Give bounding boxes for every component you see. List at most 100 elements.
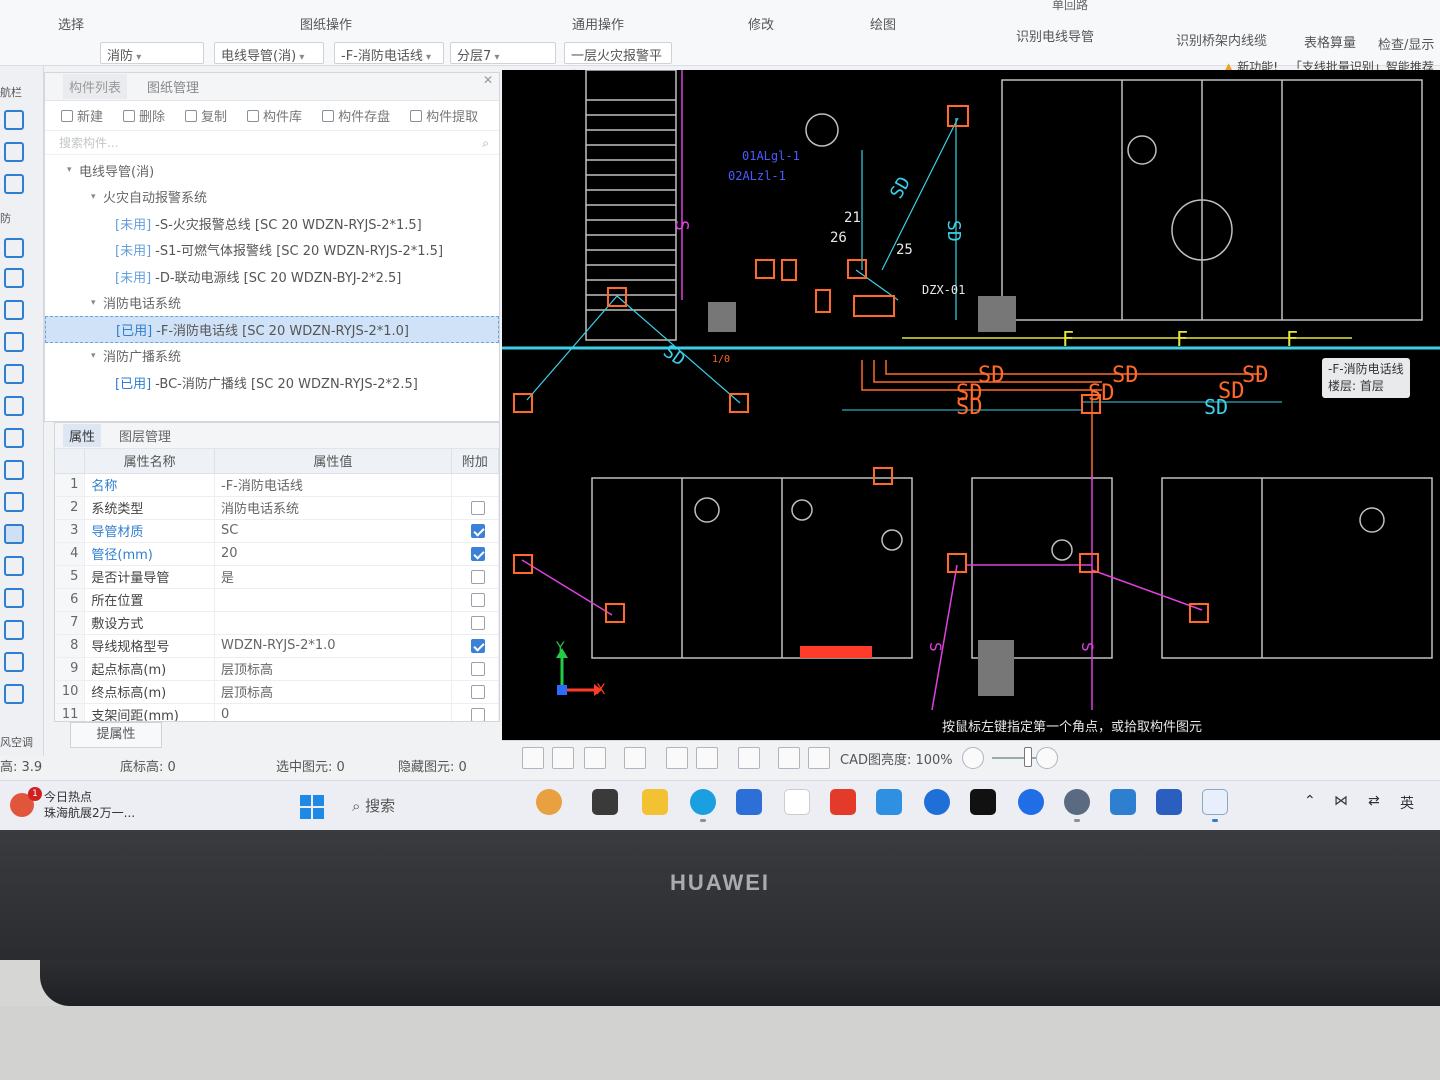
tool-icon-5[interactable] xyxy=(4,268,24,288)
store-icon[interactable] xyxy=(736,789,762,815)
brightness-slider-track[interactable] xyxy=(992,757,1042,759)
extra-checkbox[interactable] xyxy=(470,569,485,584)
input-language[interactable]: 英 xyxy=(1400,793,1414,813)
ribbon-single-loop[interactable]: 单回路 xyxy=(1052,0,1088,13)
tool-icon-7[interactable] xyxy=(4,332,24,352)
food-app-icon[interactable] xyxy=(536,789,562,815)
save-component-button[interactable]: 构件存盘 xyxy=(322,106,390,125)
property-value[interactable]: 20 xyxy=(214,542,452,566)
tray-meeting-icon[interactable]: ⋈ xyxy=(1334,793,1348,809)
plus-icon[interactable] xyxy=(1036,747,1058,769)
tree-group[interactable]: ▾ 电线导管(消) xyxy=(45,157,499,184)
snap-x-icon[interactable] xyxy=(666,747,688,769)
tree-item[interactable]: [已用] -F-消防电话线 [SC 20 WDZN-RYJS-2*1.0] xyxy=(45,316,499,343)
ribbon-group-draw[interactable]: 绘图 xyxy=(870,14,896,33)
tool-icon-4[interactable] xyxy=(4,238,24,258)
tree-group[interactable]: ▾ 消防广播系统 xyxy=(45,343,499,370)
extra-checkbox[interactable] xyxy=(470,523,485,538)
property-value[interactable]: SC xyxy=(214,519,452,543)
a-app-icon[interactable] xyxy=(1018,789,1044,815)
tree-item[interactable]: [未用] -S-火灾报警总线 [SC 20 WDZN-RYJS-2*1.5] xyxy=(45,210,499,237)
library-button[interactable]: 构件库 xyxy=(247,106,302,125)
tree-item[interactable]: [已用] -BC-消防广播线 [SC 20 WDZN-RYJS-2*2.5] xyxy=(45,369,499,396)
ribbon-group-modify[interactable]: 修改 xyxy=(748,14,774,33)
tool-icon-11[interactable] xyxy=(4,460,24,480)
property-row[interactable]: 5 是否计量导管是 xyxy=(55,565,499,589)
property-row[interactable]: 1 名称 -F-消防电话线 xyxy=(55,473,499,497)
delete-button[interactable]: 删除 xyxy=(123,106,165,125)
property-value[interactable] xyxy=(214,611,452,635)
minus-icon[interactable] xyxy=(962,747,984,769)
close-icon[interactable]: ✕ xyxy=(483,73,493,87)
tree-item[interactable]: [未用] -D-联动电源线 [SC 20 WDZN-BYJ-2*2.5] xyxy=(45,263,499,290)
layer-dropdown[interactable]: 分层7 xyxy=(450,42,556,64)
property-row[interactable]: 3 导管材质 SC xyxy=(55,519,499,543)
tool-icon-10[interactable] xyxy=(4,428,24,448)
property-value[interactable]: 消防电话系统 xyxy=(214,496,452,520)
discipline-dropdown[interactable]: 消防 xyxy=(100,42,204,64)
property-row[interactable]: 6 所在位置 xyxy=(55,588,499,612)
ribbon-group-select[interactable]: 选择 xyxy=(58,14,84,33)
tool-icon-18[interactable] xyxy=(4,684,24,704)
extra-checkbox[interactable] xyxy=(470,684,485,699)
tool-icon-12[interactable] xyxy=(4,492,24,512)
tool-icon-13-active[interactable] xyxy=(4,524,24,544)
tray-chevron-icon[interactable]: ⌃ xyxy=(1304,793,1316,809)
tool-icon-16[interactable] xyxy=(4,620,24,640)
caret-down-icon[interactable]: ▾ xyxy=(91,351,101,361)
tool-icon-15[interactable] xyxy=(4,588,24,608)
caret-down-icon[interactable]: ▾ xyxy=(91,298,101,308)
property-value[interactable] xyxy=(214,588,452,612)
property-row[interactable]: 7 敷设方式 xyxy=(55,611,499,635)
taskbar-search[interactable]: ⌕ 搜索 xyxy=(352,795,395,816)
extra-checkbox[interactable] xyxy=(470,707,485,721)
ribbon-table-quantity[interactable]: 表格算量 xyxy=(1304,32,1356,51)
gtj-app-icon[interactable] xyxy=(1202,789,1228,815)
property-row[interactable]: 10 终点标高(m) 层顶标高 xyxy=(55,680,499,704)
property-row[interactable]: 9 起点标高(m) 层顶标高 xyxy=(55,657,499,681)
tool-icon-17[interactable] xyxy=(4,652,24,672)
tiktok-icon[interactable] xyxy=(970,789,996,815)
tool-icon-3[interactable] xyxy=(4,174,24,194)
extra-checkbox[interactable] xyxy=(470,592,485,607)
caret-down-icon[interactable]: ▾ xyxy=(91,192,101,202)
tab-component-list[interactable]: 构件列表 xyxy=(63,74,128,99)
caret-down-icon[interactable]: ▾ xyxy=(67,165,77,175)
show-properties-button[interactable]: 提属性 xyxy=(70,722,162,748)
file-explorer-icon[interactable] xyxy=(642,789,668,815)
property-value[interactable]: -F-消防电话线 xyxy=(214,473,452,497)
tree-group[interactable]: ▾ 火灾自动报警系统 xyxy=(45,184,499,211)
tray-switch-icon[interactable]: ⇄ xyxy=(1368,793,1380,809)
ribbon-identify-conduit[interactable]: 识别电线导管 xyxy=(1016,26,1094,45)
k-app-icon[interactable] xyxy=(924,789,950,815)
component-dropdown[interactable]: -F-消防电话线 xyxy=(334,42,444,64)
extra-checkbox[interactable] xyxy=(470,546,485,561)
component-search-input[interactable]: 搜索构件... ⌕ xyxy=(45,131,499,155)
extra-checkbox[interactable] xyxy=(470,500,485,515)
angle-icon[interactable] xyxy=(696,747,718,769)
dimension-icon[interactable] xyxy=(738,747,760,769)
category-dropdown[interactable]: 电线导管(消) xyxy=(214,42,324,64)
property-value[interactable]: WDZN-RYJS-2*1.0 xyxy=(214,634,452,658)
edge-browser-icon[interactable] xyxy=(690,789,716,815)
cad-drawing-canvas[interactable]: 01ALgl-1 02ALzl-1 21 26 25 DZX-01 1/0 SD… xyxy=(502,70,1440,740)
windows-start-icon[interactable] xyxy=(300,795,324,819)
drawing-dropdown[interactable]: 一层火灾报警平 xyxy=(564,42,672,64)
select-box-icon[interactable] xyxy=(584,747,606,769)
tool-icon-1[interactable] xyxy=(4,110,24,130)
meeting-app-icon[interactable] xyxy=(784,789,810,815)
tree-item[interactable]: [未用] -S1-可燃气体报警线 [SC 20 WDZN-RYJS-2*1.5] xyxy=(45,237,499,264)
huawei-app-icon[interactable] xyxy=(830,789,856,815)
settings-gear-icon[interactable] xyxy=(1064,789,1090,815)
property-row[interactable]: 2 系统类型 消防电话系统 xyxy=(55,496,499,520)
news-widget[interactable]: 1 今日热点 珠海航展2万一... xyxy=(10,787,135,821)
tab-properties[interactable]: 属性 xyxy=(63,424,102,447)
property-value[interactable]: 层顶标高 xyxy=(214,680,452,704)
extra-checkbox[interactable] xyxy=(470,661,485,676)
tab-drawing-management[interactable]: 图纸管理 xyxy=(141,74,205,99)
property-row[interactable]: 4 管径(mm) 20 xyxy=(55,542,499,566)
curve-icon[interactable] xyxy=(808,747,830,769)
tool-icon-14[interactable] xyxy=(4,556,24,576)
zoom-extents-icon[interactable] xyxy=(522,747,544,769)
3d-view-icon[interactable] xyxy=(624,747,646,769)
